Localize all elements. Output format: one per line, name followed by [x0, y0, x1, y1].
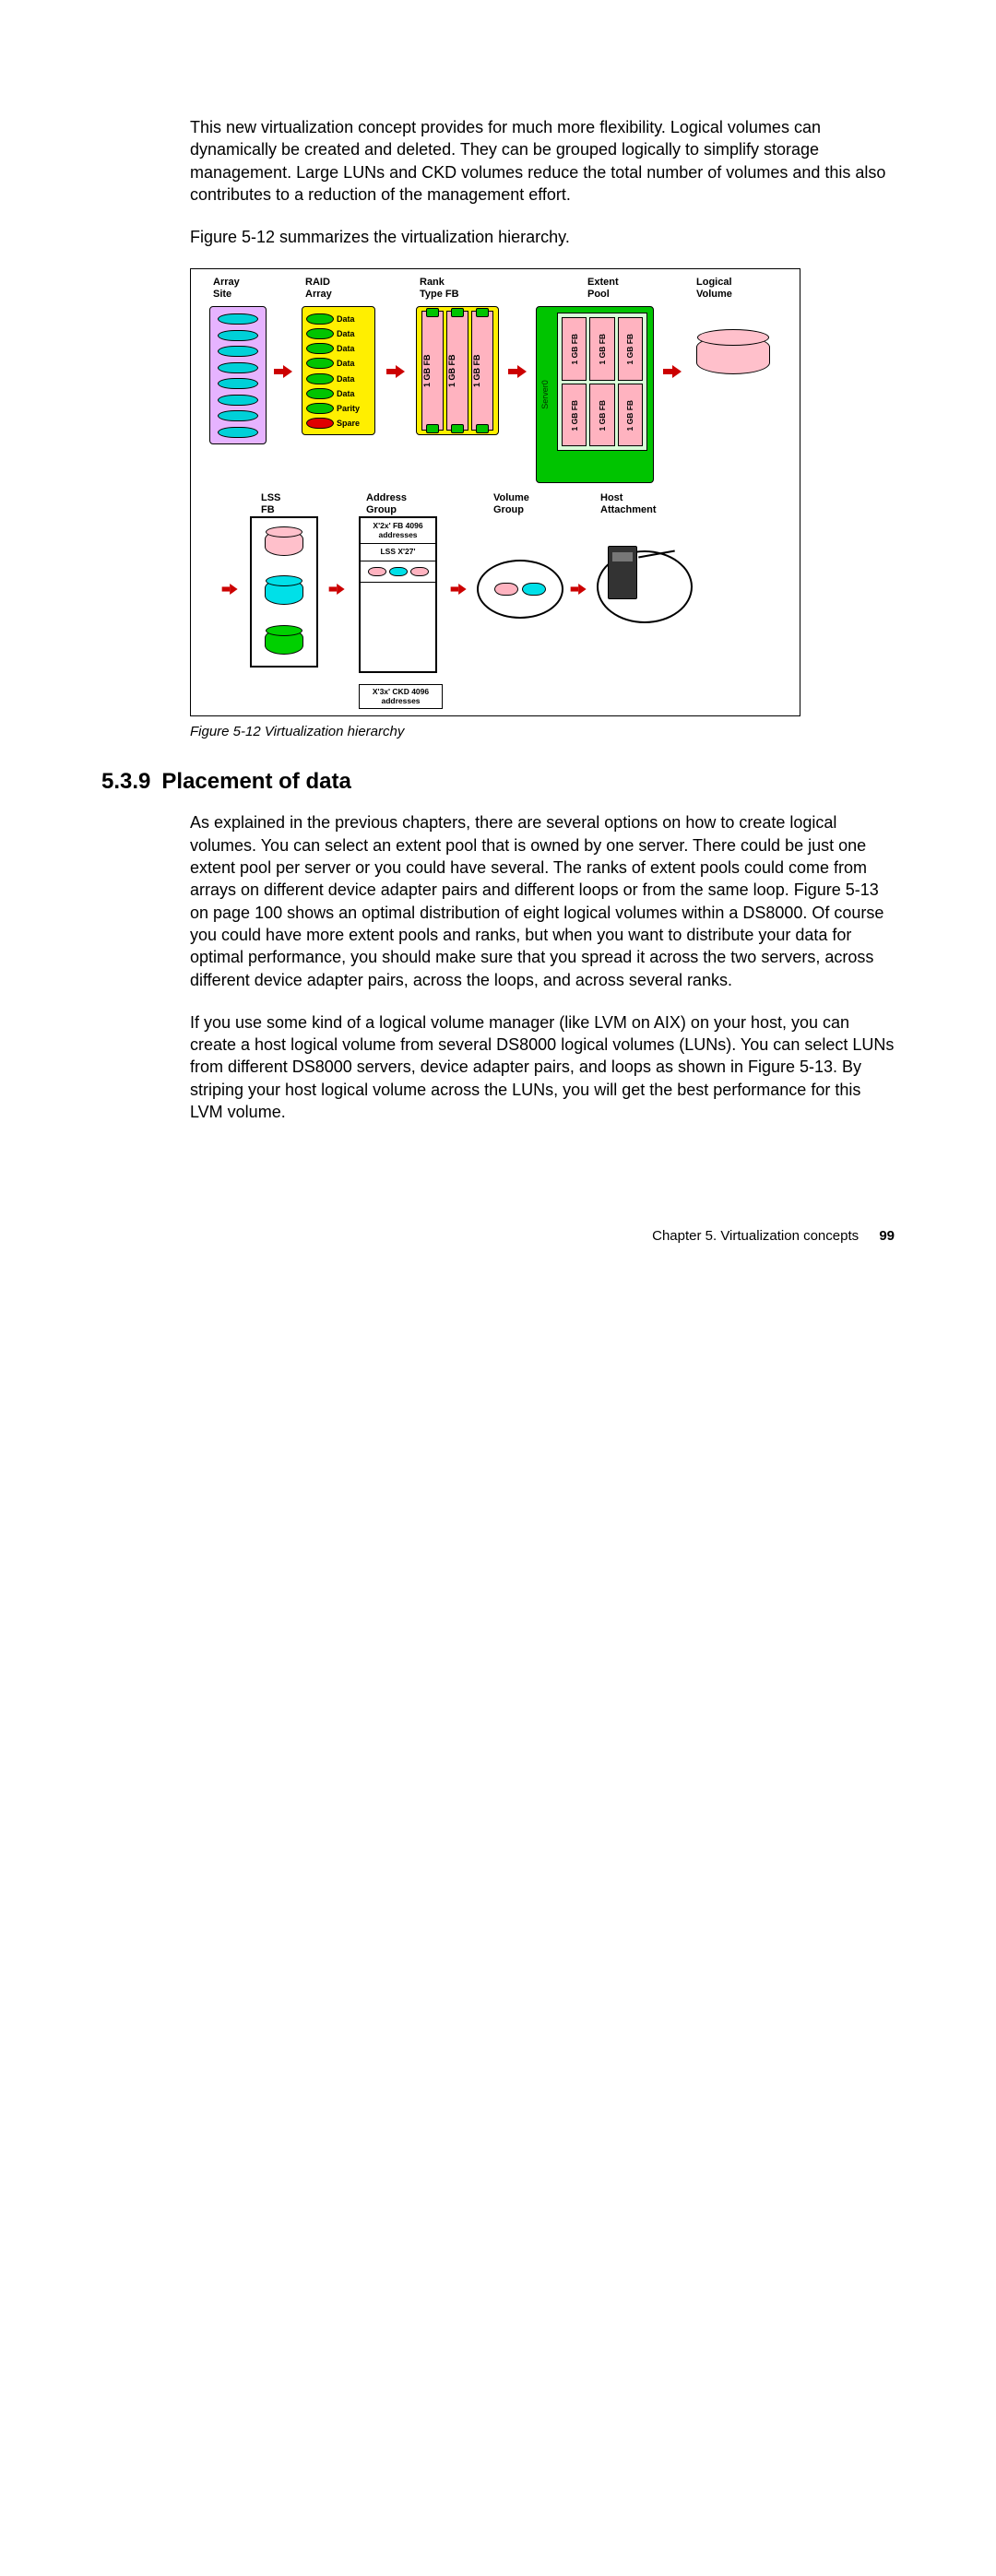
placement-paragraph-1: As explained in the previous chapters, t… [190, 811, 895, 990]
arrow-icon [329, 585, 347, 596]
server-icon [608, 546, 637, 599]
volume-group-ellipse [477, 560, 563, 619]
logical-volume-cylinder [696, 336, 770, 374]
intro-paragraph: This new virtualization concept provides… [190, 116, 895, 206]
section-heading: 5.3.9Placement of data [101, 769, 895, 795]
address-group-ckd: X'3x' CKD 4096 addresses [359, 684, 443, 709]
lss-fb-box [250, 516, 318, 668]
label-array-site: ArraySite [213, 277, 240, 300]
raid-array-box: Data Data Data Data Data Data Parity Spa… [302, 306, 375, 435]
extent-pool-box: Server0 1 GB FB 1 GB FB 1 GB FB 1 GB FB … [536, 306, 654, 483]
label-host-attachment: HostAttachment [600, 492, 657, 515]
rank-box: 1 GB FB 1 GB FB 1 GB FB [416, 306, 499, 435]
arrow-icon [571, 585, 588, 596]
figure-5-12: ArraySite RAIDArray RankType FB ExtentPo… [190, 268, 800, 716]
label-logical-volume: LogicalVolume [696, 277, 732, 300]
label-extent-pool: ExtentPool [587, 277, 619, 300]
arrow-icon [508, 365, 528, 378]
label-rank: RankType FB [420, 277, 459, 300]
label-address-group: AddressGroup [366, 492, 407, 515]
arrow-icon [274, 365, 294, 378]
placement-paragraph-2: If you use some kind of a logical volume… [190, 1011, 895, 1123]
arrow-icon [451, 585, 468, 596]
arrow-icon [663, 365, 683, 378]
page-footer: Chapter 5. Virtualization concepts 99 [652, 1228, 895, 1244]
figure-caption: Figure 5-12 Virtualization hierarchy [190, 724, 895, 739]
label-volume-group: VolumeGroup [493, 492, 529, 515]
arrow-icon [386, 365, 407, 378]
address-group-box: X'2x' FB 4096 addresses LSS X'27' [359, 516, 437, 673]
arrow-icon [222, 585, 240, 596]
figure-reference: Figure 5-12 summarizes the virtualizatio… [190, 226, 895, 248]
server0-label: Server0 [540, 381, 550, 410]
label-raid-array: RAIDArray [305, 277, 332, 300]
array-site-box [209, 306, 267, 444]
label-lss-fb: LSSFB [261, 492, 280, 515]
